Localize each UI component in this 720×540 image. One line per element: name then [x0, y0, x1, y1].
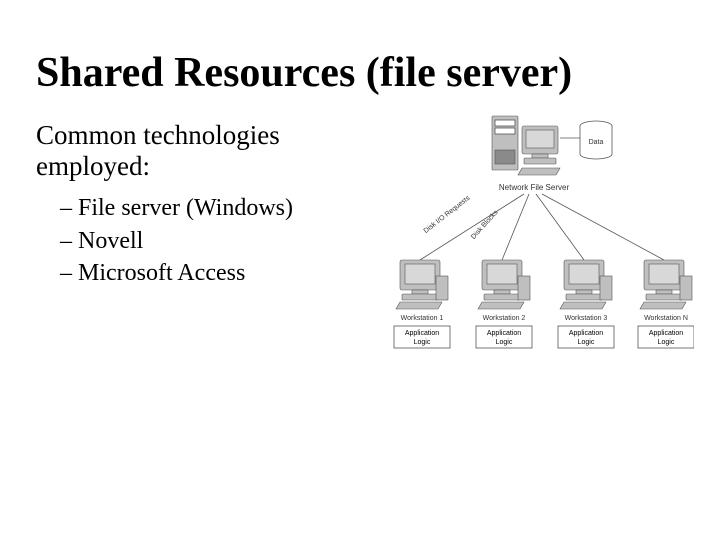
workstation-1-icon: Workstation 1 Application Logic	[394, 260, 450, 348]
workstation-3-icon: Workstation 3 Application Logic	[558, 260, 614, 348]
slide-title: Shared Resources (file server)	[36, 50, 684, 96]
disk-blocks-label: Disk Blocks	[470, 209, 500, 241]
workstation-1-label: Workstation 1	[401, 315, 444, 322]
bullet-item-novell: Novell	[60, 225, 336, 257]
workstation-3-label: Workstation 3	[565, 315, 608, 322]
workstation-n-icon: Workstation N Application Logic	[638, 260, 694, 348]
workstation-2-label: Workstation 2	[483, 315, 526, 322]
diagram-column: Data Network File Server Disk I/O Reques…	[344, 120, 684, 390]
app-logic-label-na: Application	[649, 330, 683, 337]
app-logic-label-3a: Application	[569, 330, 603, 337]
content-row: Common technologies employed: File serve…	[36, 120, 684, 390]
disk-io-label: Disk I/O Requests	[423, 195, 472, 236]
app-logic-label-2a: Application	[487, 330, 521, 337]
server-tower-icon	[492, 116, 518, 170]
text-column: Common technologies employed: File serve…	[36, 120, 336, 289]
bullet-item-access: Microsoft Access	[60, 257, 336, 289]
app-logic-label-nb: Logic	[658, 339, 675, 346]
app-logic-label-2b: Logic	[496, 339, 513, 346]
bullet-list: File server (Windows) Novell Microsoft A…	[60, 192, 336, 289]
server-monitor-icon	[518, 126, 560, 175]
app-logic-label-1a: Application	[405, 330, 439, 337]
app-logic-label-1b: Logic	[414, 339, 431, 346]
data-cylinder-icon: Data	[580, 121, 612, 159]
data-cylinder-label: Data	[589, 139, 604, 146]
network-diagram-icon: Data Network File Server Disk I/O Reques…	[374, 108, 694, 378]
bullet-item-file-server: File server (Windows)	[60, 192, 336, 224]
app-logic-label-3b: Logic	[578, 339, 595, 346]
workstation-n-label: Workstation N	[644, 315, 688, 322]
subheading: Common technologies employed:	[36, 120, 336, 182]
slide: Shared Resources (file server) Common te…	[0, 0, 720, 540]
workstation-2-icon: Workstation 2 Application Logic	[476, 260, 532, 348]
server-label: Network File Server	[499, 183, 570, 192]
